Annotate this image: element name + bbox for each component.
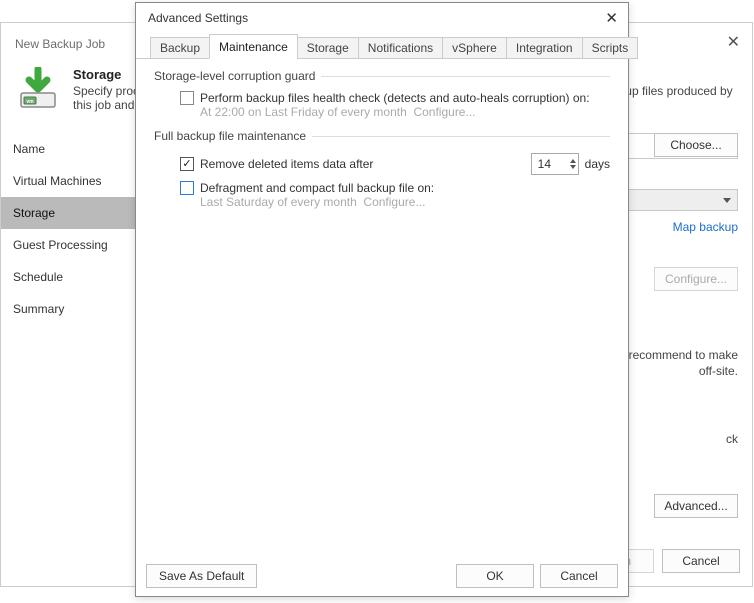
- remove-deleted-checkbox[interactable]: [180, 157, 194, 171]
- advanced-button[interactable]: Advanced...: [654, 494, 738, 518]
- config-backup-text-tail: ck: [726, 432, 738, 446]
- tab-storage[interactable]: Storage: [297, 37, 359, 59]
- tab-maintenance[interactable]: Maintenance: [209, 34, 298, 59]
- cancel-button[interactable]: Cancel: [540, 564, 618, 588]
- tab-integration[interactable]: Integration: [506, 37, 583, 59]
- remove-deleted-days-stepper[interactable]: 14: [531, 153, 579, 175]
- configure-button[interactable]: Configure...: [654, 267, 738, 291]
- tab-scripts[interactable]: Scripts: [582, 37, 639, 59]
- backup-job-title: New Backup Job: [15, 37, 105, 51]
- full-maintenance-group: Full backup file maintenance Remove dele…: [154, 129, 610, 209]
- chevron-down-icon: [723, 198, 731, 203]
- health-check-label: Perform backup files health check (detec…: [200, 91, 590, 105]
- remove-deleted-days-value: 14: [538, 157, 551, 171]
- close-icon[interactable]: ✕: [727, 35, 740, 51]
- full-maintenance-legend: Full backup file maintenance: [154, 129, 306, 143]
- chevron-down-icon[interactable]: [570, 165, 576, 169]
- tab-notifications[interactable]: Notifications: [358, 37, 443, 59]
- health-check-configure-link[interactable]: Configure...: [413, 105, 475, 119]
- ok-button[interactable]: OK: [456, 564, 534, 588]
- defragment-configure-link[interactable]: Configure...: [363, 195, 425, 209]
- defragment-schedule: Last Saturday of every month: [200, 195, 357, 209]
- storage-guard-group: Storage-level corruption guard Perform b…: [154, 69, 610, 119]
- advanced-tabs: Backup Maintenance Storage Notifications…: [136, 33, 628, 59]
- advanced-settings-footer: Save As Default OK Cancel: [136, 556, 628, 596]
- cancel-button[interactable]: Cancel: [662, 549, 740, 573]
- remove-deleted-days-unit: days: [585, 157, 610, 171]
- svg-text:vm: vm: [26, 99, 34, 105]
- advanced-settings-title: Advanced Settings: [148, 11, 248, 25]
- advanced-settings-titlebar: Advanced Settings ✕: [136, 3, 628, 33]
- tab-backup[interactable]: Backup: [150, 37, 210, 59]
- choose-button[interactable]: Choose...: [654, 133, 738, 157]
- advanced-settings-window: Advanced Settings ✕ Backup Maintenance S…: [135, 2, 629, 597]
- remove-deleted-label: Remove deleted items data after: [200, 157, 373, 171]
- defragment-checkbox[interactable]: [180, 181, 194, 195]
- storage-arrow-icon: vm: [15, 67, 61, 113]
- health-check-checkbox[interactable]: [180, 91, 194, 105]
- storage-guard-legend: Storage-level corruption guard: [154, 69, 315, 83]
- map-backup-link[interactable]: Map backup: [673, 220, 738, 234]
- health-check-schedule: At 22:00 on Last Friday of every month: [200, 105, 407, 119]
- defragment-label: Defragment and compact full backup file …: [200, 181, 434, 195]
- save-as-default-button[interactable]: Save As Default: [146, 564, 257, 588]
- maintenance-tab-content: Storage-level corruption guard Perform b…: [136, 59, 628, 556]
- close-icon[interactable]: ✕: [605, 9, 618, 27]
- chevron-up-icon[interactable]: [570, 159, 576, 163]
- tab-vsphere[interactable]: vSphere: [442, 37, 507, 59]
